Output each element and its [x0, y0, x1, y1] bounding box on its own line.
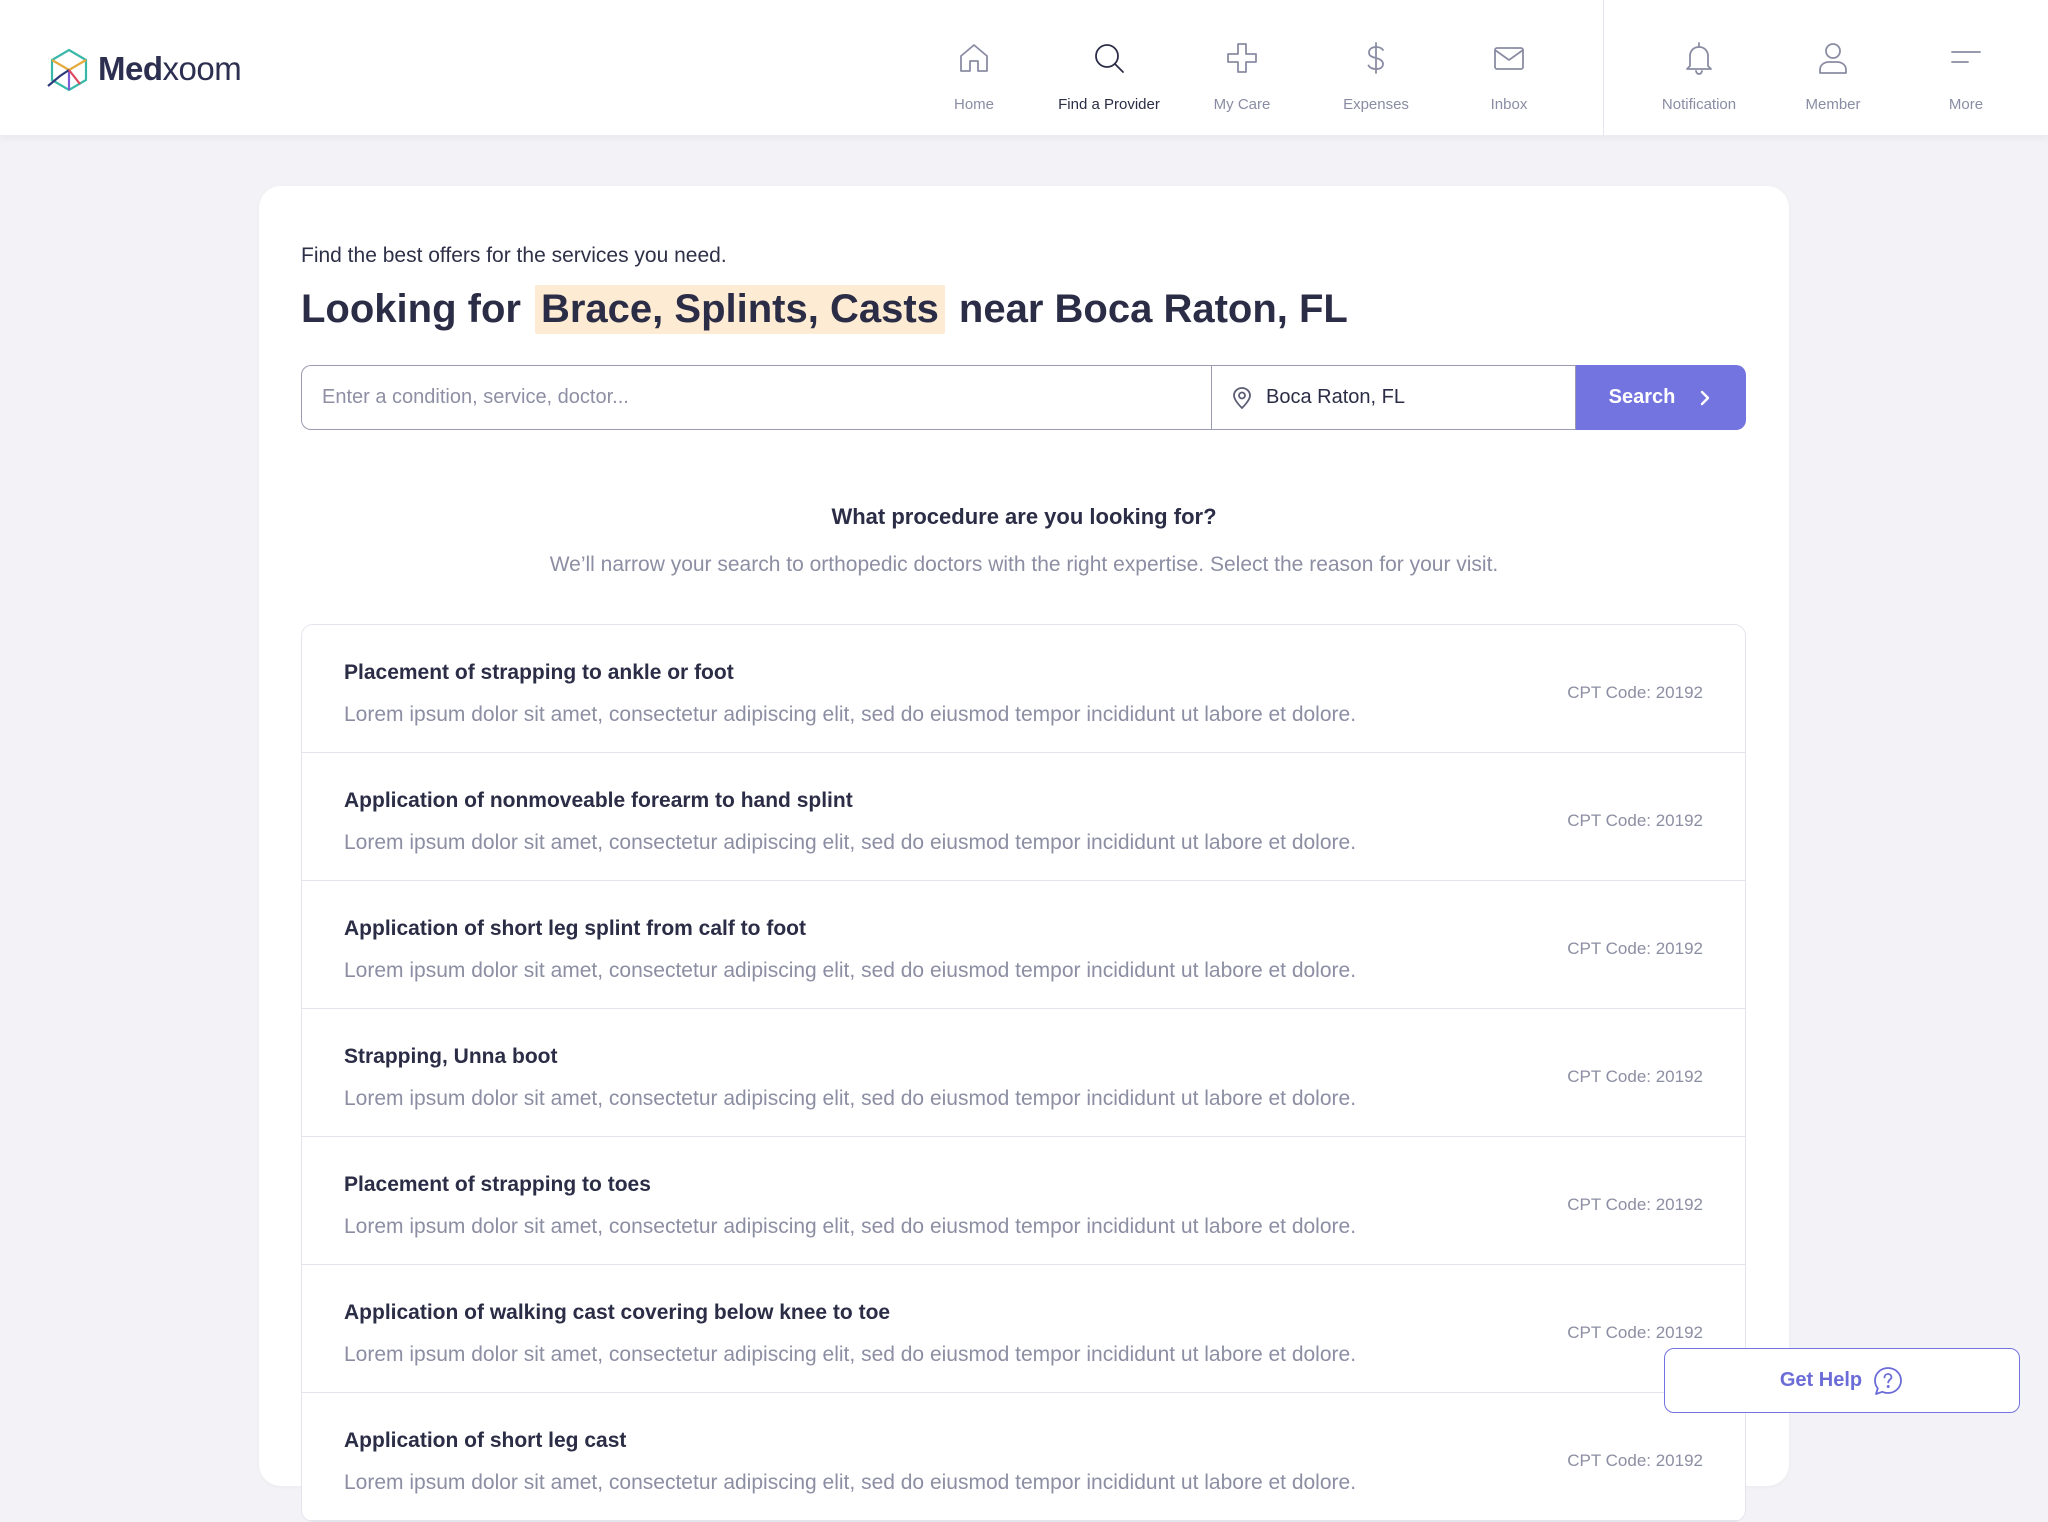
headline-prefix: Looking for [301, 286, 521, 331]
nav-label-notification: Notification [1661, 96, 1737, 113]
procedure-description: Lorem ipsum dolor sit amet, consectetur … [344, 1471, 1357, 1494]
procedure-title: Application of short leg splint from cal… [344, 917, 806, 940]
nav-item-expenses[interactable]: Expenses [1311, 0, 1441, 136]
top-navigation-bar: Medxoom Home Find a Provider My Care Exp… [0, 0, 2048, 136]
nav-item-inbox[interactable]: Inbox [1444, 0, 1574, 136]
cpt-code: CPT Code: 20192 [1567, 1195, 1703, 1214]
nav-item-notification[interactable]: Notification [1634, 0, 1764, 136]
search-button-label: Search [1608, 386, 1676, 408]
search-bar: Search [301, 365, 1746, 430]
search-results-card: Find the best offers for the services yo… [259, 186, 1789, 1522]
nav-label-more: More [1948, 96, 1984, 113]
nav-label-member: Member [1805, 96, 1861, 113]
procedure-item[interactable]: Application of nonmoveable forearm to ha… [302, 753, 1745, 881]
search-input[interactable] [322, 386, 1211, 409]
get-help-label: Get Help [1779, 1369, 1863, 1391]
procedure-item[interactable]: Placement of strapping to ankle or foot … [302, 625, 1745, 753]
procedure-description: Lorem ipsum dolor sit amet, consectetur … [344, 831, 1357, 854]
nav-item-my-care[interactable]: My Care [1177, 0, 1307, 136]
nav-item-home[interactable]: Home [909, 0, 1039, 136]
search-intro-text: Find the best offers for the services yo… [301, 244, 727, 267]
procedure-list: Placement of strapping to ankle or foot … [301, 624, 1746, 1522]
procedure-item[interactable]: Application of walking cast covering bel… [302, 1265, 1745, 1393]
location-pin-icon [1233, 386, 1251, 409]
location-field-wrapper [1211, 365, 1576, 430]
cpt-code: CPT Code: 20192 [1567, 1067, 1703, 1086]
nav-item-member[interactable]: Member [1768, 0, 1898, 136]
nav-item-find-provider[interactable]: Find a Provider [1044, 0, 1174, 136]
chevron-right-icon [1701, 390, 1710, 405]
nav-label-home: Home [953, 96, 994, 113]
procedure-item[interactable]: Application of short leg cast Lorem ipsu… [302, 1393, 1745, 1521]
location-input[interactable] [1266, 386, 1575, 409]
procedure-title: Strapping, Unna boot [344, 1045, 558, 1068]
procedure-description: Lorem ipsum dolor sit amet, consectetur … [344, 1343, 1357, 1366]
search-field-wrapper [301, 365, 1211, 430]
procedure-title: Application of short leg cast [344, 1429, 627, 1452]
procedure-description: Lorem ipsum dolor sit amet, consectetur … [344, 703, 1357, 726]
medxoom-logo-icon [47, 48, 88, 92]
bell-icon [1686, 42, 1712, 75]
nav-label-find-provider: Find a Provider [1058, 96, 1160, 113]
procedure-description: Lorem ipsum dolor sit amet, consectetur … [344, 959, 1357, 982]
procedure-description: Lorem ipsum dolor sit amet, consectetur … [344, 1087, 1357, 1110]
dollar-icon [1367, 42, 1384, 74]
procedure-title: Application of walking cast covering bel… [344, 1301, 891, 1324]
menu-icon [1951, 51, 1981, 63]
nav-item-more[interactable]: More [1901, 0, 2031, 136]
help-chat-icon [1874, 1366, 1903, 1395]
nav-label-my-care: My Care [1213, 96, 1271, 113]
cpt-code: CPT Code: 20192 [1567, 811, 1703, 830]
procedure-item[interactable]: Application of short leg splint from cal… [302, 881, 1745, 1009]
cpt-code: CPT Code: 20192 [1567, 683, 1703, 702]
nav-label-expenses: Expenses [1343, 96, 1409, 113]
procedure-title: Placement of strapping to ankle or foot [344, 661, 734, 684]
medical-cross-icon [1227, 43, 1257, 73]
nav-divider [1603, 0, 1604, 136]
procedure-item[interactable]: Placement of strapping to toes Lorem ips… [302, 1137, 1745, 1265]
mail-icon [1494, 47, 1524, 70]
cpt-code: CPT Code: 20192 [1567, 1451, 1703, 1470]
cpt-code: CPT Code: 20192 [1567, 939, 1703, 958]
procedure-section-title: What procedure are you looking for? [831, 504, 1217, 529]
procedure-description: Lorem ipsum dolor sit amet, consectetur … [344, 1215, 1357, 1238]
search-button[interactable]: Search [1576, 365, 1746, 430]
page-title: Looking for Brace, Splints, Casts near B… [301, 282, 1348, 336]
brand-name: Medxoom [98, 50, 242, 87]
medxoom-logo[interactable]: Medxoom [46, 46, 242, 92]
home-icon [960, 44, 988, 72]
cpt-code: CPT Code: 20192 [1567, 1323, 1703, 1342]
user-icon [1819, 43, 1847, 74]
procedure-title: Placement of strapping to toes [344, 1173, 651, 1196]
procedure-title: Application of nonmoveable forearm to ha… [344, 789, 853, 812]
search-icon [1095, 44, 1124, 73]
get-help-button[interactable]: Get Help [1664, 1348, 2020, 1413]
headline-highlight: Brace, Splints, Casts [534, 284, 945, 334]
nav-label-inbox: Inbox [1490, 96, 1528, 113]
headline-suffix: near Boca Raton, FL [958, 286, 1348, 331]
procedure-section-subtitle: We’ll narrow your search to orthopedic d… [549, 553, 1499, 576]
procedure-item[interactable]: Strapping, Unna boot Lorem ipsum dolor s… [302, 1009, 1745, 1137]
